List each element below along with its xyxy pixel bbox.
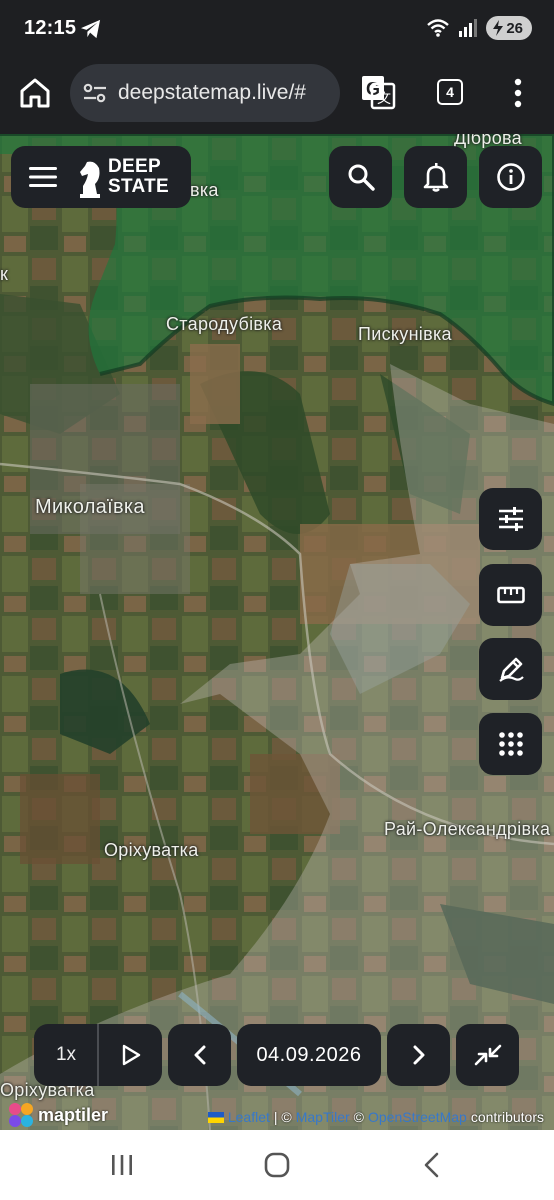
play-icon [122,1044,141,1066]
draw-button[interactable] [479,638,542,700]
maptiler-text: maptiler [38,1104,109,1125]
ukraine-flag-icon [207,1111,224,1123]
grid-icon [498,732,523,756]
logo-line-1: DEEP [108,156,161,177]
address-bar[interactable]: deepstatemap.live/# [70,64,340,122]
map-attribution: maptiler Leaflet | © MapTiler © OpenStre… [0,1102,554,1130]
layers-grid-button[interactable] [479,713,542,775]
knight-icon [80,161,100,198]
place-label-vka: вка [190,180,219,200]
collapse-button[interactable] [456,1024,519,1086]
filters-button[interactable] [479,488,542,550]
notifications-button[interactable] [404,146,467,208]
play-button[interactable] [100,1024,162,1086]
place-label-mykolaivka: Миколаївка [35,496,145,518]
place-label-orikhuvatka: Оріхуватка [104,840,199,860]
attribution-separator-1: | © [273,1109,292,1125]
browser-toolbar: deepstatemap.live/# G 文 4 [0,58,554,134]
app-logo-menu[interactable]: DEEP STATE [11,146,191,208]
svg-text:文: 文 [377,90,391,106]
status-bar: 12:15 26 [0,0,554,58]
playback-controls: 1x [34,1024,162,1086]
recent-apps-icon[interactable] [107,1150,137,1180]
status-time: 12:15 [24,17,77,39]
back-icon[interactable] [418,1150,448,1180]
chevron-right-icon [413,1045,424,1065]
home-icon[interactable] [18,76,52,110]
place-label-piskunivka: Пискунівка [358,324,452,344]
url-text: deepstatemap.live/# [118,81,306,104]
maptiler-link[interactable]: MapTiler [296,1109,350,1125]
wifi-icon [427,19,450,37]
site-settings-icon[interactable] [82,82,108,104]
place-label-starodubivka: Стародубівка [166,314,283,334]
info-button[interactable] [479,146,542,208]
info-icon [496,163,525,191]
satellite-map-layer[interactable] [0,134,554,1130]
divider [97,1024,99,1086]
search-icon [348,164,375,191]
chevron-left-icon [194,1045,205,1065]
telegram-icon [81,19,101,39]
collapse-icon [474,1044,501,1066]
leaflet-link[interactable]: Leaflet [228,1109,270,1125]
more-vert-icon[interactable] [505,76,531,110]
system-navigation-bar [0,1130,554,1200]
attribution-contributors: contributors [470,1109,544,1125]
battery-icon: 26 [486,16,532,40]
previous-date-button[interactable] [168,1024,231,1086]
playback-speed-button[interactable]: 1x [34,1024,98,1086]
attribution-separator-2: © [353,1109,364,1125]
draw-icon [498,657,524,682]
home-nav-icon[interactable] [262,1150,292,1180]
date-selector[interactable]: 04.09.2026 [237,1024,381,1086]
map-view[interactable]: Діброва вка к Стародубівка Пискунівка Ми… [0,134,554,1130]
filters-icon [498,507,523,531]
maptiler-icon [9,1103,33,1127]
tab-switcher-button[interactable]: 4 [437,79,463,105]
ruler-icon [496,586,525,604]
battery-level: 26 [506,19,523,37]
translate-icon[interactable]: G 文 [360,74,396,110]
maptiler-logo[interactable]: maptiler [8,1102,108,1128]
next-date-button[interactable] [387,1024,450,1086]
openstreetmap-link[interactable]: OpenStreetMap [368,1109,467,1125]
place-label-rai-oleksandrivka: Рай-Олександрівка [384,819,551,839]
logo-line-2: STATE [108,176,169,197]
bell-icon [423,163,448,192]
place-label-k: к [0,264,9,284]
ruler-button[interactable] [479,564,542,626]
signal-icon [459,19,478,37]
menu-icon[interactable] [29,166,57,188]
search-button[interactable] [329,146,392,208]
